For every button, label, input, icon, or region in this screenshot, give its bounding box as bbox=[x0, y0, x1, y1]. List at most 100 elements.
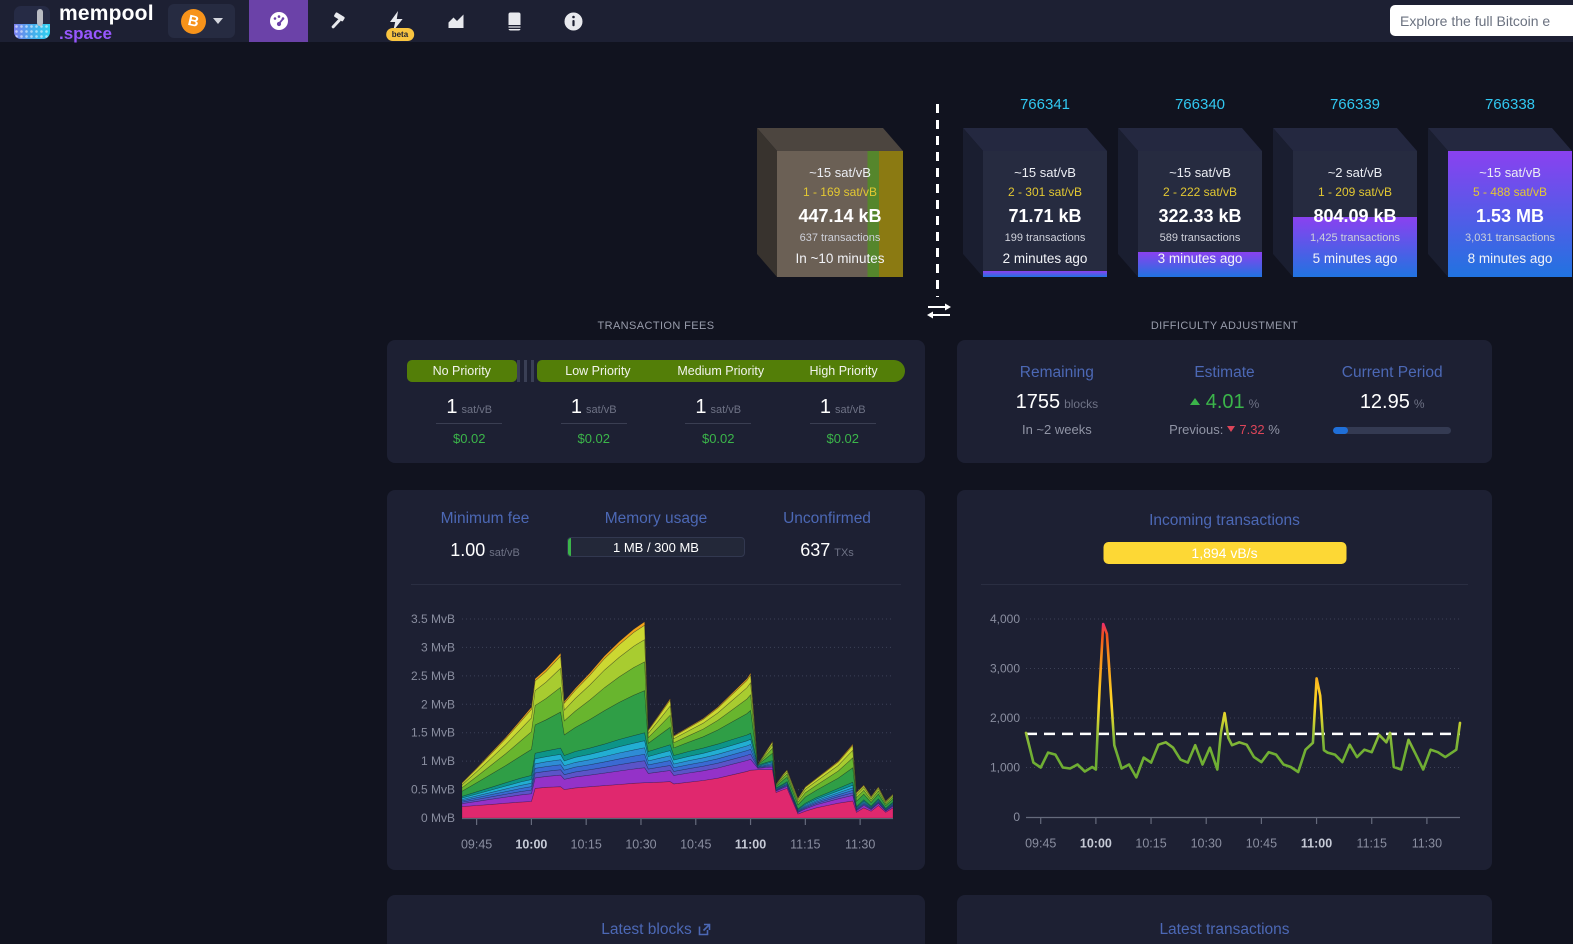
unconfirmed-stat: Unconfirmed 637TXs bbox=[745, 510, 909, 561]
block-age: 8 minutes ago bbox=[1468, 251, 1553, 266]
fee-tier-no-priority: No Priority bbox=[407, 360, 517, 382]
nav-graphs[interactable] bbox=[426, 0, 485, 42]
remaining-eta: In ~2 weeks bbox=[973, 422, 1141, 437]
nav-about[interactable] bbox=[544, 0, 603, 42]
arrow-up-icon bbox=[1190, 398, 1200, 405]
fee-usd: $0.02 bbox=[702, 431, 735, 446]
block-age: 3 minutes ago bbox=[1158, 251, 1243, 266]
nav-dashboard[interactable] bbox=[249, 0, 308, 42]
transaction-fees-panel: No Priority Low Priority Medium Priority… bbox=[387, 340, 925, 463]
area-chart-icon bbox=[447, 12, 465, 30]
fee-tier-medium: Medium Priority bbox=[659, 364, 782, 378]
svg-text:0 MvB: 0 MvB bbox=[421, 811, 455, 825]
svg-text:11:15: 11:15 bbox=[790, 838, 820, 852]
block-766340[interactable]: ~15 sat/vB 2 - 222 sat/vB 322.33 kB 589 … bbox=[1118, 128, 1262, 277]
median-fee: ~15 sat/vB bbox=[809, 165, 871, 180]
block-height-link[interactable]: 766340 bbox=[1138, 96, 1262, 113]
block-height-link[interactable]: 766341 bbox=[983, 96, 1107, 113]
fee-value: 1sat/vB $0.02 bbox=[407, 396, 532, 446]
fee-range: 5 - 488 sat/vB bbox=[1473, 185, 1547, 199]
block-age: 5 minutes ago bbox=[1313, 251, 1398, 266]
period-progress-bar bbox=[1333, 427, 1451, 434]
svg-text:10:30: 10:30 bbox=[1191, 837, 1222, 851]
block-age: 2 minutes ago bbox=[1003, 251, 1088, 266]
search-input[interactable] bbox=[1390, 5, 1573, 36]
fee-usd: $0.02 bbox=[826, 431, 859, 446]
latest-blocks-link[interactable]: Latest blocks bbox=[387, 921, 925, 939]
fee-range: 1 - 209 sat/vB bbox=[1318, 185, 1392, 199]
svg-text:1,000: 1,000 bbox=[990, 761, 1020, 775]
brand-name: mempool bbox=[59, 3, 154, 24]
svg-text:10:15: 10:15 bbox=[1135, 837, 1166, 851]
fee-values-row: 1sat/vB $0.02 1sat/vB $0.02 1sat/vB $0.0… bbox=[407, 396, 905, 446]
mempool-projected-block[interactable]: ~15 sat/vB 1 - 169 sat/vB 447.14 kB 637 … bbox=[757, 128, 903, 277]
nav-mining[interactable] bbox=[308, 0, 367, 42]
tx-count: 589 transactions bbox=[1160, 232, 1241, 244]
brand-tld: .space bbox=[59, 25, 154, 42]
svg-text:09:45: 09:45 bbox=[461, 838, 492, 852]
chain-divider bbox=[936, 104, 939, 297]
bitcoin-icon: B bbox=[181, 9, 206, 34]
svg-text:11:00: 11:00 bbox=[1301, 837, 1332, 851]
latest-transactions-card: Latest transactions bbox=[957, 895, 1492, 944]
incoming-transactions-panel: Incoming transactions 1,894 vB/s 01,0002… bbox=[957, 490, 1492, 870]
beta-badge: beta bbox=[386, 28, 414, 41]
tx-count: 199 transactions bbox=[1005, 232, 1086, 244]
block-size: 1.53 MB bbox=[1476, 206, 1544, 227]
block-height-link[interactable]: 766338 bbox=[1448, 96, 1572, 113]
fee-tier-high: High Priority bbox=[782, 364, 905, 378]
block-front-face: ~15 sat/vB 1 - 169 sat/vB 447.14 kB 637 … bbox=[777, 151, 903, 277]
svg-text:3,000: 3,000 bbox=[990, 662, 1020, 676]
difficulty-section-label: DIFFICULTY ADJUSTMENT bbox=[957, 320, 1492, 332]
fee-tier-pills: No Priority Low Priority Medium Priority… bbox=[407, 360, 905, 382]
block-766338[interactable]: ~15 sat/vB 5 - 488 sat/vB 1.53 MB 3,031 … bbox=[1428, 128, 1572, 277]
difficulty-remaining: Remaining 1755blocks In ~2 weeks bbox=[973, 364, 1141, 437]
mempool-logo-icon bbox=[14, 6, 50, 39]
incoming-transactions-title: Incoming transactions bbox=[957, 512, 1492, 530]
current-period-label: Current Period bbox=[1308, 364, 1476, 382]
hammer-icon bbox=[328, 11, 348, 31]
previous-adjustment: Previous:7.32 % bbox=[1141, 422, 1309, 437]
latest-transactions-link[interactable]: Latest transactions bbox=[957, 921, 1492, 939]
fee-tier-group: Low Priority Medium Priority High Priori… bbox=[537, 360, 906, 382]
svg-text:10:45: 10:45 bbox=[680, 838, 711, 852]
nav-lightning[interactable]: beta bbox=[367, 0, 426, 42]
svg-text:11:30: 11:30 bbox=[845, 838, 875, 852]
svg-text:10:15: 10:15 bbox=[571, 838, 602, 852]
network-dropdown[interactable]: B bbox=[168, 4, 235, 38]
memory-usage-stat: Memory usage 1 MB / 300 MB bbox=[567, 510, 745, 561]
remaining-label: Remaining bbox=[973, 364, 1141, 382]
fee-value: 1sat/vB $0.02 bbox=[656, 396, 781, 446]
unconfirmed-label: Unconfirmed bbox=[745, 510, 909, 528]
navbar: mempool .space B bbox=[0, 0, 1573, 42]
svg-text:10:30: 10:30 bbox=[625, 838, 656, 852]
fee-range: 1 - 169 sat/vB bbox=[803, 185, 877, 199]
panel-divider bbox=[981, 584, 1468, 585]
svg-text:1.5 MvB: 1.5 MvB bbox=[411, 726, 455, 740]
block-height-link[interactable]: 766339 bbox=[1293, 96, 1417, 113]
nav-docs[interactable] bbox=[485, 0, 544, 42]
svg-text:0: 0 bbox=[1013, 810, 1020, 824]
difficulty-current-period: Current Period 12.95% bbox=[1308, 364, 1476, 437]
block-size: 447.14 kB bbox=[798, 206, 881, 227]
svg-text:0.5 MvB: 0.5 MvB bbox=[411, 783, 455, 797]
tachometer-icon bbox=[269, 11, 289, 31]
brand-logo[interactable]: mempool .space bbox=[14, 3, 154, 42]
fee-value: 1sat/vB $0.02 bbox=[781, 396, 906, 446]
fee-usd: $0.02 bbox=[577, 431, 610, 446]
median-fee: ~2 sat/vB bbox=[1328, 165, 1383, 180]
block-766339[interactable]: ~2 sat/vB 1 - 209 sat/vB 804.09 kB 1,425… bbox=[1273, 128, 1417, 277]
fee-value: 1sat/vB $0.02 bbox=[532, 396, 657, 446]
median-fee: ~15 sat/vB bbox=[1169, 165, 1231, 180]
svg-text:11:00: 11:00 bbox=[735, 838, 766, 852]
svg-text:10:00: 10:00 bbox=[515, 838, 547, 852]
block-766341[interactable]: ~15 sat/vB 2 - 301 sat/vB 71.71 kB 199 t… bbox=[963, 128, 1107, 277]
main-nav: beta bbox=[249, 0, 603, 42]
fees-section-label: TRANSACTION FEES bbox=[387, 320, 925, 332]
svg-text:10:00: 10:00 bbox=[1080, 837, 1112, 851]
book-icon bbox=[506, 12, 523, 31]
fee-pill-divider bbox=[517, 360, 537, 382]
svg-text:10:45: 10:45 bbox=[1246, 837, 1277, 851]
brand-text: mempool .space bbox=[59, 3, 154, 42]
arrow-down-icon bbox=[1227, 426, 1235, 432]
